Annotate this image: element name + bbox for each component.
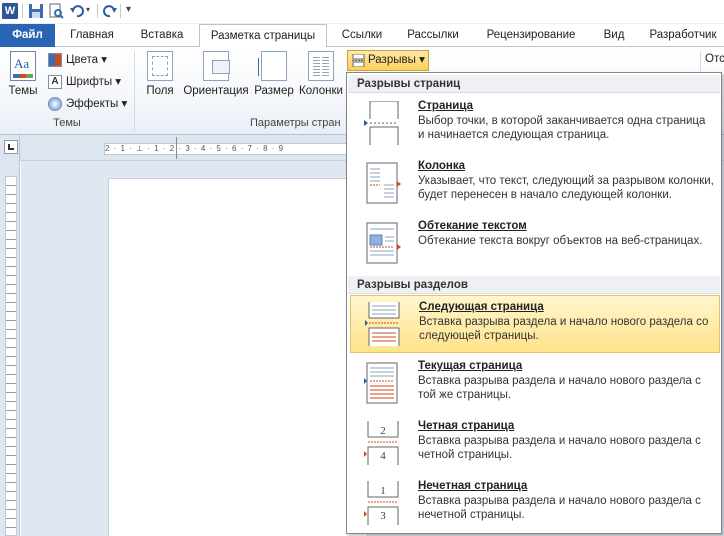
orientation-button[interactable]: Ориентация xyxy=(182,51,250,97)
page-setup-group-label: Параметры стран xyxy=(250,117,341,129)
quick-access-toolbar: W ▾ ▾ xyxy=(0,0,724,24)
menu-item-next-page[interactable]: Следующая страница Вставка разрыва разде… xyxy=(350,295,720,353)
colors-label: Цвета xyxy=(66,54,99,66)
even-top-number: 2 xyxy=(380,425,386,437)
themes-icon: Aa xyxy=(10,51,36,81)
odd-bottom-number: 3 xyxy=(380,510,386,522)
next-page-desc: Вставка разрыва раздела и начало нового … xyxy=(419,316,709,342)
margins-label: Поля xyxy=(146,85,174,97)
colors-icon xyxy=(48,53,62,67)
even-page-desc: Вставка разрыва раздела и начало нового … xyxy=(418,435,701,461)
menu-item-continuous[interactable]: Текущая страница Вставка разрыва раздела… xyxy=(350,355,720,413)
column-break-icon xyxy=(366,162,401,204)
ruler-scale: 2 · 1 · ⊥ · 1 · 2 · 3 · 4 · 5 · 6 · 7 · … xyxy=(104,143,374,155)
even-bottom-number: 4 xyxy=(380,450,386,462)
fonts-icon: A xyxy=(48,75,62,89)
fonts-label: Шрифты xyxy=(66,76,113,88)
margins-icon xyxy=(147,51,173,81)
colors-button[interactable]: Цвета ▾ xyxy=(48,51,107,69)
section-breaks-header: Разрывы разделов xyxy=(348,276,720,294)
effects-icon xyxy=(48,97,62,111)
themes-button[interactable]: Aa Темы xyxy=(4,51,42,97)
redo-icon[interactable] xyxy=(103,3,117,19)
menu-item-column-break[interactable]: Колонка Указывает, что текст, следующий … xyxy=(350,155,720,213)
menu-item-even-page[interactable]: 2 4 Четная страница Вставка разрыва разд… xyxy=(350,415,720,473)
menu-item-odd-page[interactable]: 1 3 Нечетная страница Вставка разрыва ра… xyxy=(350,475,720,533)
fonts-button[interactable]: A Шрифты ▾ xyxy=(48,73,121,91)
text-wrapping-icon xyxy=(366,222,401,264)
size-button[interactable]: Размер xyxy=(254,51,294,97)
size-label: Размер xyxy=(254,85,294,97)
column-break-title: Колонка xyxy=(418,160,466,172)
next-page-section-icon xyxy=(365,302,400,346)
text-wrapping-title: Обтекание текстом xyxy=(418,220,527,232)
partial-right-label: Отс xyxy=(705,53,724,65)
breaks-icon xyxy=(352,54,365,67)
tab-review[interactable]: Рецензирование xyxy=(476,24,586,47)
breaks-dropdown-menu: Разрывы страниц Страница Выбор точки, в … xyxy=(346,72,722,534)
undo-icon[interactable] xyxy=(70,3,84,19)
breaks-label: Разрывы xyxy=(368,54,416,66)
margins-button[interactable]: Поля xyxy=(142,51,178,97)
page-break-icon xyxy=(364,101,399,145)
menu-item-page-break[interactable]: Страница Выбор точки, в которой заканчив… xyxy=(350,95,720,153)
print-preview-icon[interactable] xyxy=(48,3,64,19)
qat-separator xyxy=(22,4,23,18)
qat-separator xyxy=(120,4,121,18)
themes-group-label: Темы xyxy=(53,117,81,129)
tab-references[interactable]: Ссылки xyxy=(333,24,391,47)
tab-file[interactable]: Файл xyxy=(0,24,55,47)
size-icon xyxy=(258,51,287,81)
continuous-title: Текущая страница xyxy=(418,360,523,372)
tab-developer[interactable]: Разработчик xyxy=(642,24,724,47)
columns-label: Колонки xyxy=(299,85,343,97)
ribbon-tabs: Файл Главная Вставка Разметка страницы С… xyxy=(0,24,724,48)
tab-view[interactable]: Вид xyxy=(592,24,636,47)
even-page-section-icon: 2 4 xyxy=(364,421,399,465)
vertical-ruler xyxy=(5,176,17,536)
group-separator xyxy=(134,51,135,131)
save-icon[interactable] xyxy=(28,3,44,19)
odd-page-section-icon: 1 3 xyxy=(364,481,399,525)
tab-insert[interactable]: Вставка xyxy=(128,24,196,47)
continuous-desc: Вставка разрыва раздела и начало нового … xyxy=(418,375,701,401)
page-break-title: Страница xyxy=(418,100,473,112)
column-break-desc: Указывает, что текст, следующий за разры… xyxy=(418,175,714,201)
menu-item-text-wrapping[interactable]: Обтекание текстом Обтекание текста вокру… xyxy=(350,215,720,273)
orientation-icon xyxy=(203,51,230,81)
tab-page-layout[interactable]: Разметка страницы xyxy=(199,24,327,48)
word-app-icon[interactable]: W xyxy=(2,3,18,19)
odd-page-desc: Вставка разрыва раздела и начало нового … xyxy=(418,495,701,521)
columns-icon xyxy=(308,51,334,81)
effects-button[interactable]: Эффекты ▾ xyxy=(48,95,127,113)
columns-button[interactable]: Колонки xyxy=(297,51,345,97)
page-break-desc: Выбор точки, в которой заканчивается одн… xyxy=(418,115,706,141)
tab-home[interactable]: Главная xyxy=(60,24,124,47)
effects-label: Эффекты xyxy=(66,98,119,110)
page-breaks-header: Разрывы страниц xyxy=(348,75,720,93)
undo-dropdown-icon[interactable]: ▾ xyxy=(86,5,90,14)
customize-qat-icon[interactable]: ▾ xyxy=(126,4,131,15)
even-page-title: Четная страница xyxy=(418,420,515,432)
tab-selector[interactable] xyxy=(4,140,18,154)
themes-label: Темы xyxy=(8,85,38,97)
text-wrapping-desc: Обтекание текста вокруг объектов на веб-… xyxy=(418,235,703,247)
breaks-button[interactable]: Разрывы ▾ xyxy=(347,50,429,71)
orientation-label: Ориентация xyxy=(183,85,249,97)
document-page[interactable] xyxy=(108,178,368,536)
continuous-section-icon xyxy=(364,362,398,404)
tab-mailings[interactable]: Рассылки xyxy=(396,24,470,47)
qat-separator xyxy=(97,4,98,18)
next-page-title: Следующая страница xyxy=(419,301,544,313)
odd-top-number: 1 xyxy=(380,485,386,497)
indent-marker[interactable] xyxy=(176,137,184,159)
odd-page-title: Нечетная страница xyxy=(418,480,528,492)
